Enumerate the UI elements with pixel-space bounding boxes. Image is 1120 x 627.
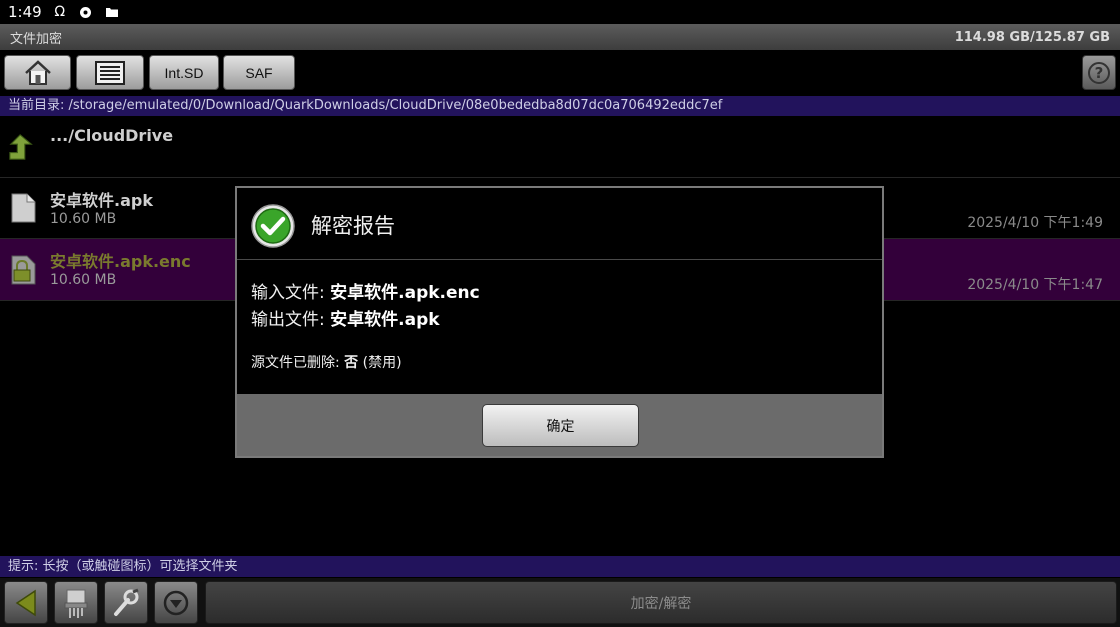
input-file-label: 输入文件:: [251, 283, 331, 303]
ok-button[interactable]: 确定: [482, 404, 639, 447]
app-title: 文件加密: [10, 31, 63, 47]
storage-info: 114.98 GB/125.87 GB: [954, 29, 1110, 45]
dialog-title: 解密报告: [311, 214, 395, 238]
help-button[interactable]: ?: [1082, 55, 1116, 90]
shredder-button[interactable]: [54, 581, 98, 624]
sync-icon: [78, 5, 94, 19]
source-deleted-value: 否: [344, 355, 359, 371]
file-size: 10.60 MB: [50, 211, 117, 227]
decrypt-report-dialog: 解密报告 输入文件: 安卓软件.apk.enc 输出文件: 安卓软件.apk 源…: [235, 186, 884, 458]
dropdown-icon: [163, 590, 189, 615]
help-icon: ?: [1088, 61, 1110, 84]
source-deleted-line: 源文件已删除: 否 (禁用): [251, 352, 402, 372]
int-sd-button[interactable]: Int.SD: [149, 55, 219, 90]
output-file-value: 安卓软件.apk: [330, 310, 440, 330]
shredder-icon: [64, 589, 88, 618]
input-file-value: 安卓软件.apk.enc: [330, 283, 480, 303]
file-size: 10.60 MB: [50, 272, 117, 288]
dialog-footer: 确定: [237, 394, 882, 456]
home-button[interactable]: [4, 55, 71, 90]
sd-card-icon: [104, 5, 120, 19]
status-time: 1:49: [8, 3, 42, 21]
encrypted-file-icon: [11, 255, 36, 285]
menu-button[interactable]: [154, 581, 198, 624]
hint-bar: 提示: 长按（或触碰图标）可选择文件夹: [0, 556, 1120, 577]
title-bar: 文件加密 114.98 GB/125.87 GB: [0, 24, 1120, 50]
list-view-button[interactable]: [76, 55, 144, 90]
list-icon: [95, 60, 125, 85]
file-date: 2025/4/10 下午1:47: [967, 277, 1103, 293]
tools-button[interactable]: [104, 581, 148, 624]
back-arrow-icon: [15, 589, 36, 616]
home-icon: [24, 59, 51, 85]
file-name: .../CloudDrive: [50, 126, 174, 145]
current-path: 当前目录: /storage/emulated/0/Download/Quark…: [0, 96, 1120, 116]
input-file-line: 输入文件: 安卓软件.apk.enc: [251, 278, 480, 303]
source-deleted-note: (禁用): [358, 355, 402, 371]
file-icon: [11, 193, 36, 223]
toolbar: Int.SD SAF ?: [0, 50, 1120, 96]
output-file-label: 输出文件:: [251, 310, 331, 330]
back-button[interactable]: [4, 581, 48, 624]
status-bar: 1:49 Ω: [0, 0, 1120, 24]
wrench-icon: [114, 588, 139, 616]
parent-folder-row[interactable]: .../CloudDrive: [0, 116, 1120, 178]
file-name: 安卓软件.apk.enc: [50, 252, 191, 271]
file-name: 安卓软件.apk: [50, 191, 153, 210]
bottom-toolbar: 加密/解密: [0, 578, 1120, 627]
up-arrow-icon: [9, 134, 33, 160]
output-file-line: 输出文件: 安卓软件.apk: [251, 305, 440, 330]
encrypt-decrypt-button[interactable]: 加密/解密: [205, 581, 1117, 624]
dialog-header: 解密报告: [237, 188, 882, 260]
check-icon: [251, 204, 295, 248]
saf-button[interactable]: SAF: [223, 55, 295, 90]
source-deleted-label: 源文件已删除:: [251, 355, 345, 371]
file-date: 2025/4/10 下午1:49: [967, 215, 1103, 231]
omega-icon: Ω: [54, 4, 66, 20]
